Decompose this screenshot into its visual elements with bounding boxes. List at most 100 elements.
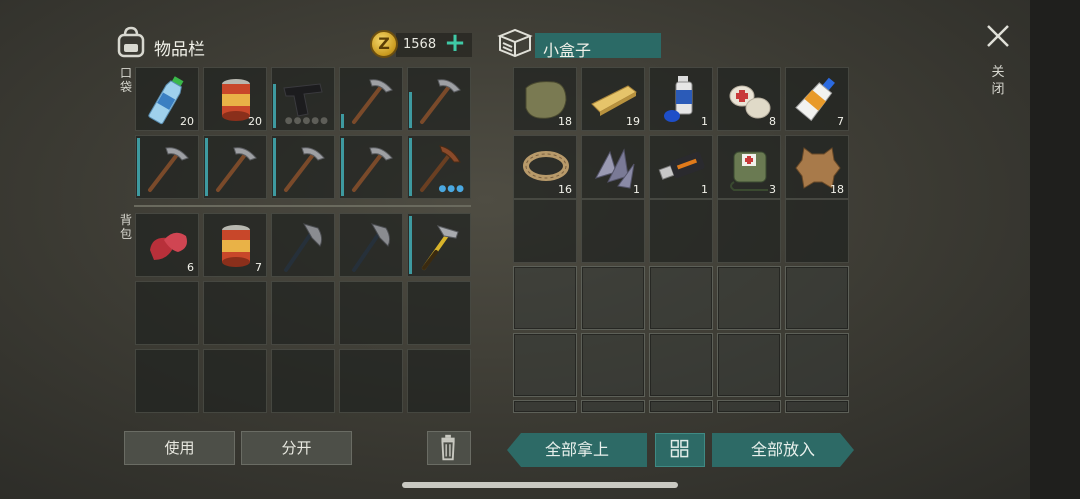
pocket-slot-5[interactable]: [407, 67, 471, 131]
container-slot-24[interactable]: [717, 333, 781, 397]
put-all-button[interactable]: 全部放入: [712, 433, 854, 467]
pickaxe-icon: [284, 147, 325, 192]
hammer-icon: [422, 225, 459, 270]
close-label[interactable]: 关闭: [990, 64, 1006, 98]
durability-bar: [409, 216, 412, 274]
item-quantity: 18: [830, 183, 844, 196]
coin-icon: Z: [370, 30, 398, 58]
backpack-slot-9[interactable]: [339, 281, 403, 345]
durability-bar: [273, 84, 276, 128]
container-slot-23[interactable]: [649, 333, 713, 397]
backpack-slot-12[interactable]: [203, 349, 267, 413]
backpack-slot-2[interactable]: 7: [203, 213, 267, 277]
backpack-slot-8[interactable]: [271, 281, 335, 345]
backpack-slot-13[interactable]: [271, 349, 335, 413]
container-slot-15[interactable]: [785, 199, 849, 263]
backpack-slot-1[interactable]: 6: [135, 213, 199, 277]
container-slot-16[interactable]: [513, 266, 577, 330]
container-slot-5[interactable]: 7: [785, 67, 849, 131]
backpack-icon: [117, 26, 145, 58]
pocket-slot-4[interactable]: [339, 67, 403, 131]
grid-sort-icon: [670, 439, 689, 458]
screen-edge: [1030, 0, 1080, 499]
backpack-slot-10[interactable]: [407, 281, 471, 345]
pocket-slot-2[interactable]: 20: [203, 67, 267, 131]
backpack-slot-5[interactable]: [407, 213, 471, 277]
container-slot-10[interactable]: 18: [785, 135, 849, 199]
item-quantity: 20: [180, 115, 194, 128]
container-slot-19[interactable]: [717, 266, 781, 330]
container-slot-2[interactable]: 19: [581, 67, 645, 131]
container-name: 小盒子: [543, 41, 592, 60]
durability-bar: [341, 138, 344, 196]
item-quantity: 7: [255, 261, 262, 274]
backpack-slot-3[interactable]: [271, 213, 335, 277]
container-slot-21[interactable]: [513, 333, 577, 397]
backpack-slot-11[interactable]: [135, 349, 199, 413]
pocket-slot-10[interactable]: ●●●: [407, 135, 471, 199]
container-slot-25[interactable]: [785, 333, 849, 397]
pocket-slot-7[interactable]: [203, 135, 267, 199]
container-slot-13[interactable]: [649, 199, 713, 263]
split-button[interactable]: 分开: [241, 431, 352, 465]
pickaxe-icon: [420, 79, 461, 124]
container-slot-4[interactable]: 8: [717, 67, 781, 131]
container-slot-26[interactable]: [513, 400, 577, 413]
pocket-slot-8[interactable]: [271, 135, 335, 199]
box-icon: [497, 28, 533, 58]
item-quantity: 20: [248, 115, 262, 128]
item-quantity: 19: [626, 115, 640, 128]
close-icon[interactable]: [984, 22, 1012, 50]
backpack-slot-15[interactable]: [407, 349, 471, 413]
backpack-slot-4[interactable]: [339, 213, 403, 277]
trash-button[interactable]: [427, 431, 471, 465]
backpack-slot-14[interactable]: [339, 349, 403, 413]
item-quantity: 1: [633, 183, 640, 196]
durability-bar: [409, 138, 412, 196]
pickaxe-icon: [216, 147, 257, 192]
container-slot-1[interactable]: 18: [513, 67, 577, 131]
backpack-slot-7[interactable]: [203, 281, 267, 345]
use-button[interactable]: 使用: [124, 431, 235, 465]
take-all-button[interactable]: 全部拿上: [507, 433, 647, 467]
container-slot-20[interactable]: [785, 266, 849, 330]
container-slot-18[interactable]: [649, 266, 713, 330]
durability-bar: [341, 114, 344, 128]
container-slot-29[interactable]: [717, 400, 781, 413]
container-slot-27[interactable]: [581, 400, 645, 413]
container-slot-30[interactable]: [785, 400, 849, 413]
pickaxe-icon: [352, 79, 393, 124]
item-quantity: 7: [837, 115, 844, 128]
container-slot-7[interactable]: 1: [581, 135, 645, 199]
item-quantity: 6: [187, 261, 194, 274]
pocket-section-label: 口袋: [119, 66, 132, 94]
hatchet-icon: [352, 223, 391, 272]
container-slot-9[interactable]: 3: [717, 135, 781, 199]
container-slot-6[interactable]: 16: [513, 135, 577, 199]
pocket-slot-6[interactable]: [135, 135, 199, 199]
container-slot-22[interactable]: [581, 333, 645, 397]
durability-bar: [409, 92, 412, 128]
pickaxe-icon: [352, 147, 393, 192]
upgrade-dots: ●●●: [438, 184, 465, 194]
pocket-slot-9[interactable]: [339, 135, 403, 199]
container-slot-8[interactable]: 1: [649, 135, 713, 199]
pocket-slot-3[interactable]: ●●●●●: [271, 67, 335, 131]
backpack-slot-6[interactable]: [135, 281, 199, 345]
item-quantity: 3: [769, 183, 776, 196]
pickaxe-icon: [148, 147, 189, 192]
ammo-dots: ●●●●●: [284, 116, 329, 126]
container-slot-28[interactable]: [649, 400, 713, 413]
container-slot-11[interactable]: [513, 199, 577, 263]
money-amount: 1568: [403, 37, 437, 52]
container-slot-14[interactable]: [717, 199, 781, 263]
sort-button[interactable]: [655, 433, 705, 467]
durability-bar: [205, 138, 208, 196]
container-slot-3[interactable]: 1: [649, 67, 713, 131]
item-quantity: 8: [769, 115, 776, 128]
add-money-button[interactable]: +: [444, 30, 466, 58]
backpack-section-label: 背包: [119, 213, 132, 241]
pocket-slot-1[interactable]: 20: [135, 67, 199, 131]
container-slot-17[interactable]: [581, 266, 645, 330]
container-slot-12[interactable]: [581, 199, 645, 263]
